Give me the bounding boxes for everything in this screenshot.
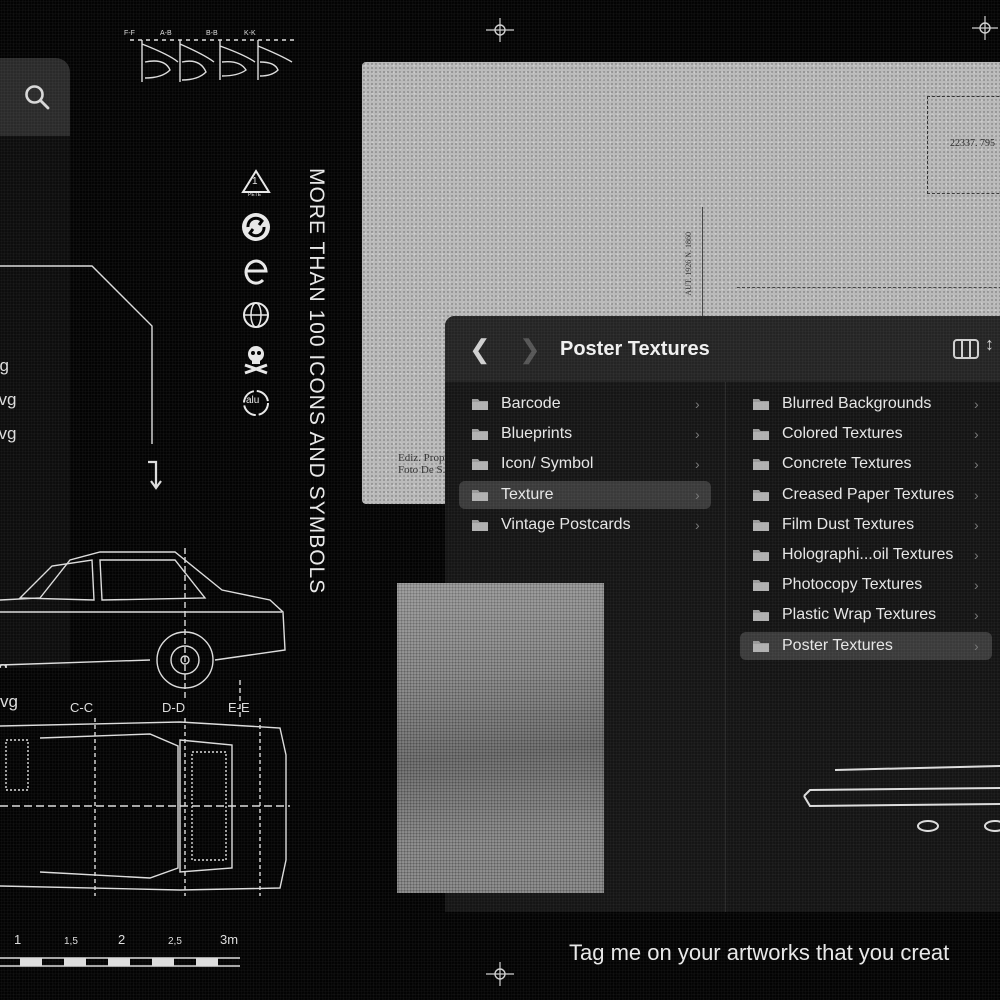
folder-label: Barcode: [501, 395, 561, 412]
folder-row[interactable]: Texture ›: [459, 480, 711, 509]
folder-label: Poster Textures: [782, 636, 893, 654]
finder-column-2: Blurred Backgrounds › Colored Textures › Con…: [726, 382, 1000, 912]
folder-icon: [752, 608, 770, 622]
chevron-right-icon: ›: [974, 547, 979, 563]
folder-label: Blueprints: [501, 425, 573, 443]
chevron-right-icon: ›: [974, 607, 979, 624]
chevron-right-icon: ›: [974, 516, 979, 533]
view-options-chevron-icon[interactable]: ↕: [985, 334, 994, 355]
folder-row[interactable]: Poster Textures ›: [740, 631, 992, 660]
folder-icon: [752, 548, 770, 562]
chevron-right-icon: ›: [695, 456, 700, 473]
chevron-right-icon: ›: [695, 486, 700, 503]
folder-icon: [471, 488, 489, 502]
section-label: D-D: [162, 700, 186, 715]
chevron-right-icon: ›: [974, 637, 979, 654]
alu-recycle-icon: alu: [238, 385, 274, 421]
folder-row[interactable]: Concrete Textures ›: [740, 450, 992, 478]
column-view-icon[interactable]: [953, 338, 979, 365]
folder-icon: [471, 427, 489, 441]
footer-tagline: Tag me on your artworks that you creat: [569, 940, 950, 965]
folder-icon: [752, 488, 770, 502]
chevron-right-icon: ›: [974, 577, 979, 594]
scale-label: 1: [14, 932, 22, 947]
folder-row[interactable]: Vintage Postcards ›: [459, 511, 711, 539]
folder-row[interactable]: Film Dust Textures ›: [740, 511, 992, 539]
green-dot-icon: [238, 209, 274, 245]
section-label: K-K: [244, 30, 256, 37]
folder-label: Texture: [501, 485, 554, 503]
folder-row[interactable]: Icon/ Symbol ›: [459, 450, 711, 478]
folder-icon: [752, 639, 770, 653]
folder-label: Icon/ Symbol: [501, 455, 594, 473]
folder-row[interactable]: Creased Paper Textures ›: [740, 481, 992, 509]
chevron-right-icon: ›: [974, 426, 979, 443]
folder-label: Plastic Wrap Textures: [782, 606, 937, 624]
chevron-right-icon: ›: [695, 426, 700, 443]
e-mark-icon: [238, 253, 274, 289]
section-label: C-C: [70, 700, 94, 715]
folder-row[interactable]: Blueprints ›: [459, 420, 711, 448]
finder-toolbar: ❮ ❯ Poster Textures ↕: [445, 316, 1000, 383]
folder-icon: [752, 457, 770, 471]
folder-row[interactable]: Blurred Backgrounds ›: [740, 390, 992, 418]
folder-row[interactable]: Holographi...oil Textures ›: [740, 541, 992, 569]
postcard-vertical-print: AUT. 1926 N. 1860: [684, 232, 693, 296]
folder-label: Blurred Backgrounds: [782, 395, 932, 412]
skull-crossbones-icon: [238, 341, 274, 377]
folder-icon: [471, 518, 489, 532]
headline-vertical: MORE THAN 100 ICONS AND SYMBOLS: [305, 168, 328, 595]
symbol-icon-column: 1 PETE alu: [238, 165, 274, 429]
folder-label: Creased Paper Textures: [782, 485, 955, 503]
postcard-number: 22337. 795: [950, 138, 995, 149]
section-label: F-F: [124, 30, 135, 37]
postcard-footer: Ediz. Propr. Foto De S.: [398, 452, 451, 476]
folder-label: Vintage Postcards: [501, 515, 631, 533]
folder-icon: [471, 397, 489, 411]
section-label: B-B: [206, 30, 218, 37]
folder-label: Film Dust Textures: [782, 515, 915, 533]
folder-icon: [752, 578, 770, 592]
recycle-pete-icon: 1 PETE: [238, 165, 274, 201]
globe-leaf-icon: [238, 297, 274, 333]
crumpled-texture-preview: [397, 583, 604, 893]
folder-icon: [471, 457, 489, 471]
folder-label: Colored Textures: [782, 425, 903, 443]
scale-label: 2: [118, 932, 126, 947]
folder-row[interactable]: Plastic Wrap Textures ›: [740, 601, 992, 629]
chevron-right-icon: ›: [974, 396, 979, 412]
blueprint-sketch: [803, 765, 1000, 832]
chevron-right-icon: ›: [695, 516, 700, 533]
address-line: [737, 287, 1000, 288]
chevron-right-icon: ›: [974, 456, 979, 473]
chevron-right-icon: ›: [974, 486, 979, 503]
folder-row[interactable]: Barcode ›: [459, 390, 711, 418]
folder-label: Holographi...oil Textures: [782, 546, 954, 563]
folder-row[interactable]: Colored Textures ›: [740, 420, 992, 448]
folder-icon: [752, 427, 770, 441]
forward-icon[interactable]: ❯: [519, 334, 541, 365]
scale-label: 3m: [220, 932, 239, 947]
scale-label: 2,5: [168, 936, 182, 947]
folder-row[interactable]: Photocopy Textures ›: [740, 571, 992, 599]
scale-label: 1,5: [64, 936, 78, 947]
folder-icon: [752, 518, 770, 532]
back-icon[interactable]: ❮: [469, 334, 491, 365]
folder-icon: [752, 397, 770, 411]
folder-label: Concrete Textures: [782, 455, 912, 473]
section-label: A-B: [160, 30, 172, 37]
folder-label: Photocopy Textures: [782, 576, 923, 594]
section-label: E-E: [228, 700, 250, 715]
window-title: Poster Textures: [560, 338, 710, 360]
chevron-right-icon: ›: [695, 396, 700, 412]
